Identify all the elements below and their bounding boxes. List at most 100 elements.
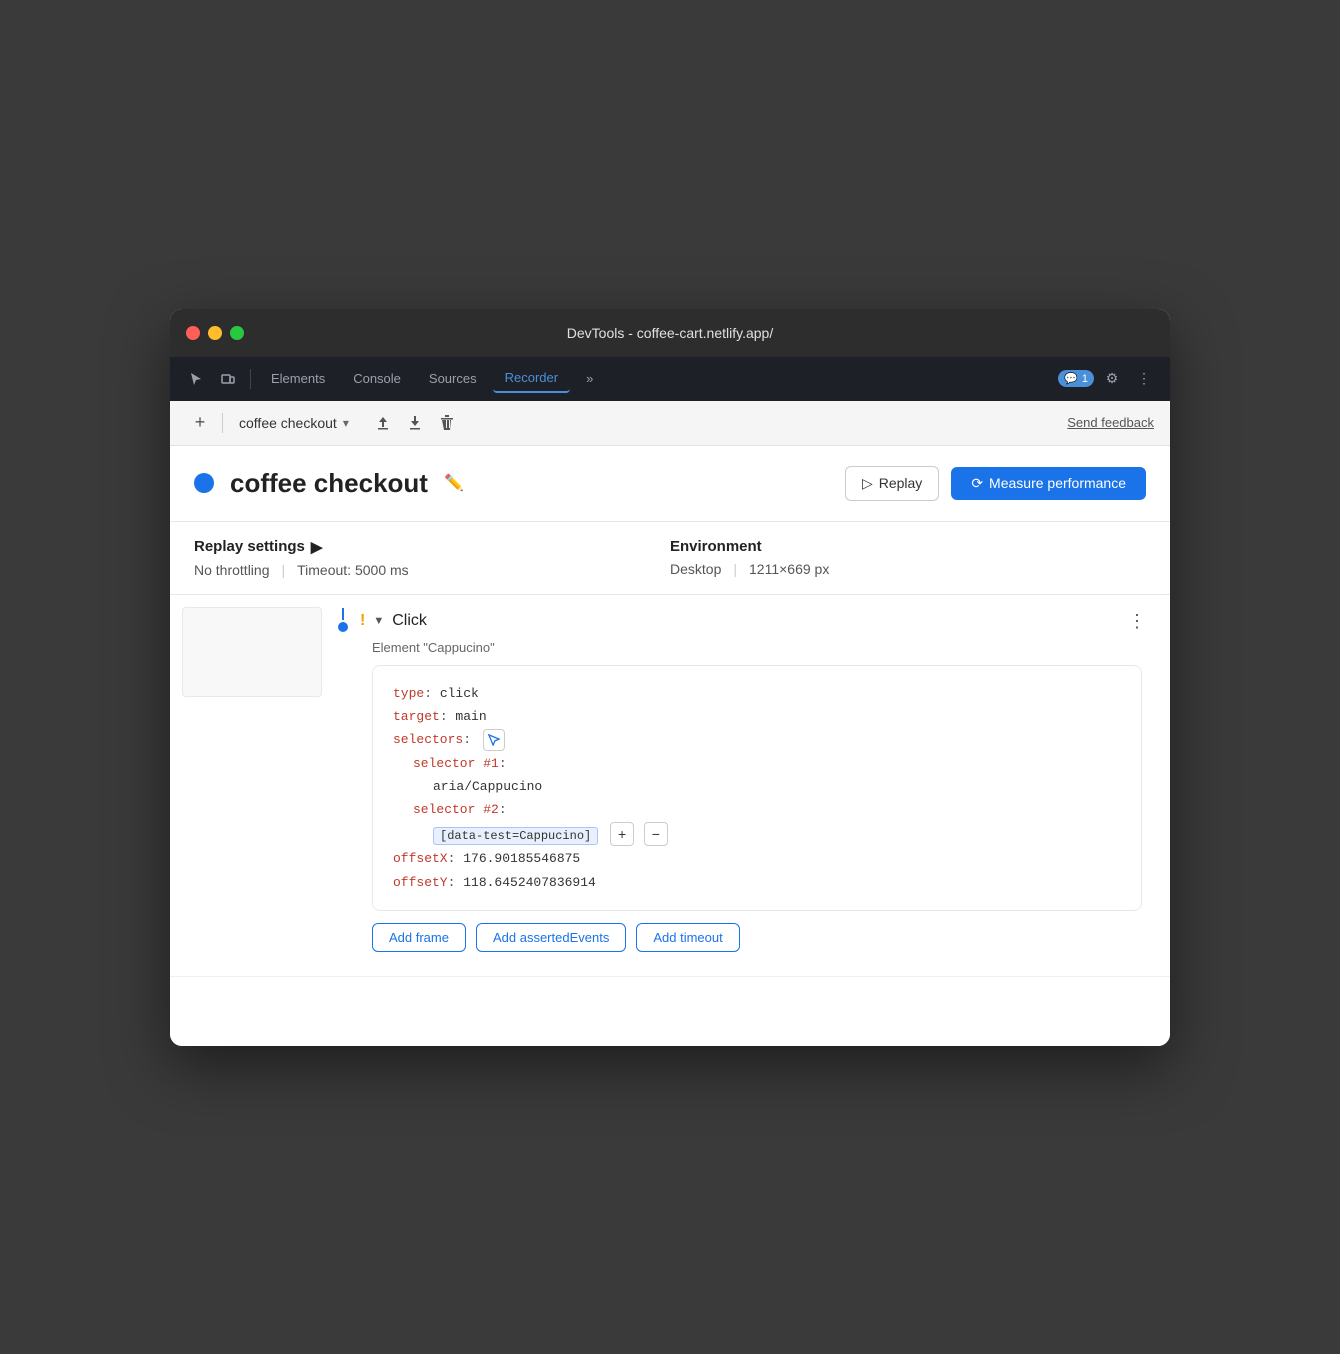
resolution-value: 1211×669 px (749, 561, 829, 577)
step-header: ! ▼ Click ⋮ (338, 607, 1154, 636)
offsety-key: offsetY (393, 875, 448, 890)
chevron-down-icon: ▾ (343, 416, 349, 430)
step-indicator (338, 608, 348, 634)
send-feedback-link[interactable]: Send feedback (1067, 415, 1154, 430)
title-actions: ▷ Replay ⟳ Measure performance (845, 466, 1146, 501)
step-more-button[interactable]: ⋮ (1120, 607, 1154, 636)
selector1-key: selector #1 (413, 756, 499, 771)
delete-button[interactable] (433, 409, 461, 437)
main-content: coffee checkout ✏️ ▷ Replay ⟳ Measure pe… (170, 446, 1170, 1046)
code-line-offsety: offsetY: 118.6452407836914 (393, 871, 1121, 894)
more-icon[interactable]: ⋮ (1130, 365, 1158, 393)
play-icon: ▷ (862, 475, 873, 492)
measure-label: Measure performance (989, 475, 1126, 491)
add-asserted-events-button[interactable]: Add assertedEvents (476, 923, 626, 952)
add-selector-button[interactable]: + (610, 822, 634, 846)
replay-label: Replay (879, 475, 923, 491)
upload-button[interactable] (369, 409, 397, 437)
settings-values: No throttling | Timeout: 5000 ms (194, 562, 670, 578)
expand-icon[interactable]: ▼ (373, 615, 384, 627)
device-toggle-icon[interactable] (214, 365, 242, 393)
cursor-icon[interactable] (182, 365, 210, 393)
code-line-type: type: click (393, 682, 1121, 705)
tab-elements[interactable]: Elements (259, 365, 337, 392)
chat-icon: 💬 (1064, 372, 1078, 385)
step-subtitle: Element "Cappucino" (372, 640, 1154, 655)
step-actions-row: Add frame Add assertedEvents Add timeout (372, 923, 1142, 952)
recording-status-dot (194, 473, 214, 493)
code-line-selectors: selectors: (393, 728, 1121, 751)
recorder-header: + coffee checkout ▾ Send feedback (170, 401, 1170, 446)
device-value: Desktop (670, 561, 721, 577)
replay-settings-toggle[interactable]: Replay settings ▶ (194, 538, 670, 556)
step-code-block: type: click target: main selectors: (372, 665, 1142, 912)
tab-more[interactable]: » (574, 365, 605, 392)
offsetx-key: offsetX (393, 851, 448, 866)
code-line-selector2-key: selector #2: (413, 798, 1121, 821)
tab-recorder[interactable]: Recorder (493, 364, 570, 393)
titlebar: DevTools - coffee-cart.netlify.app/ (170, 309, 1170, 357)
selector2-key: selector #2 (413, 802, 499, 817)
offsetx-val: 176.90185546875 (463, 851, 580, 866)
performance-icon: ⟳ (971, 475, 983, 492)
step-content: ! ▼ Click ⋮ Element "Cappucino" type: cl… (322, 595, 1170, 977)
replay-settings-label: Replay settings (194, 538, 305, 555)
badge-count: 1 (1082, 373, 1088, 385)
type-key: type (393, 686, 424, 701)
badge-counter[interactable]: 💬 1 (1058, 370, 1094, 387)
devtools-window: DevTools - coffee-cart.netlify.app/ Elem… (170, 309, 1170, 1046)
edit-icon[interactable]: ✏️ (444, 473, 464, 493)
settings-separator: | (281, 562, 285, 578)
tab-sources[interactable]: Sources (417, 365, 489, 392)
devtools-toolbar: Elements Console Sources Recorder » 💬 1 … (170, 357, 1170, 401)
steps-area: ! ▼ Click ⋮ Element "Cappucino" type: cl… (170, 595, 1170, 978)
settings-right: Environment Desktop | 1211×669 px (670, 538, 1146, 577)
settings-left: Replay settings ▶ No throttling | Timeou… (194, 538, 670, 578)
recording-actions (369, 409, 461, 437)
step-thumbnail (182, 607, 322, 697)
code-line-offsetx: offsetX: 176.90185546875 (393, 847, 1121, 870)
window-title: DevTools - coffee-cart.netlify.app/ (567, 325, 773, 341)
maximize-button[interactable] (230, 326, 244, 340)
replay-settings-bar: Replay settings ▶ No throttling | Timeou… (170, 522, 1170, 595)
traffic-lights (186, 326, 244, 340)
env-separator: | (733, 561, 737, 577)
timeout-value: Timeout: 5000 ms (297, 562, 409, 578)
recording-title-bar: coffee checkout ✏️ ▷ Replay ⟳ Measure pe… (170, 446, 1170, 522)
settings-icon[interactable]: ⚙ (1098, 365, 1126, 393)
step-title: Click (392, 612, 427, 630)
code-line-target: target: main (393, 705, 1121, 728)
minimize-button[interactable] (208, 326, 222, 340)
step-line-top (342, 608, 344, 620)
download-button[interactable] (401, 409, 429, 437)
replay-button[interactable]: ▷ Replay (845, 466, 939, 501)
table-row: ! ▼ Click ⋮ Element "Cappucino" type: cl… (170, 595, 1170, 978)
selectors-key: selectors (393, 732, 463, 747)
step-dot (338, 622, 348, 632)
throttling-value: No throttling (194, 562, 269, 578)
close-button[interactable] (186, 326, 200, 340)
remove-selector-button[interactable]: − (644, 822, 668, 846)
add-timeout-button[interactable]: Add timeout (636, 923, 739, 952)
target-key: target (393, 709, 440, 724)
code-line-selector1-val: aria/Cappucino (433, 775, 1121, 798)
code-line-selector1-key: selector #1: (413, 752, 1121, 775)
type-val: click (440, 686, 479, 701)
recording-selector[interactable]: coffee checkout ▾ (231, 411, 357, 435)
offsety-val: 118.6452407836914 (463, 875, 596, 890)
env-values: Desktop | 1211×669 px (670, 561, 1146, 577)
target-val: main (455, 709, 486, 724)
selected-recording-name: coffee checkout (239, 415, 337, 431)
selector2-val: [data-test=Cappucino] (433, 827, 598, 845)
measure-performance-button[interactable]: ⟳ Measure performance (951, 467, 1146, 500)
add-recording-button[interactable]: + (186, 409, 214, 437)
warning-icon: ! (360, 612, 365, 630)
recording-title: coffee checkout (230, 468, 428, 499)
tab-console[interactable]: Console (341, 365, 413, 392)
selector1-val: aria/Cappucino (433, 779, 542, 794)
toolbar-divider-1 (250, 369, 251, 389)
add-frame-button[interactable]: Add frame (372, 923, 466, 952)
environment-label: Environment (670, 538, 1146, 555)
code-line-selector2-val: [data-test=Cappucino] + − (433, 822, 1121, 848)
inspect-selector-button[interactable] (483, 729, 505, 751)
